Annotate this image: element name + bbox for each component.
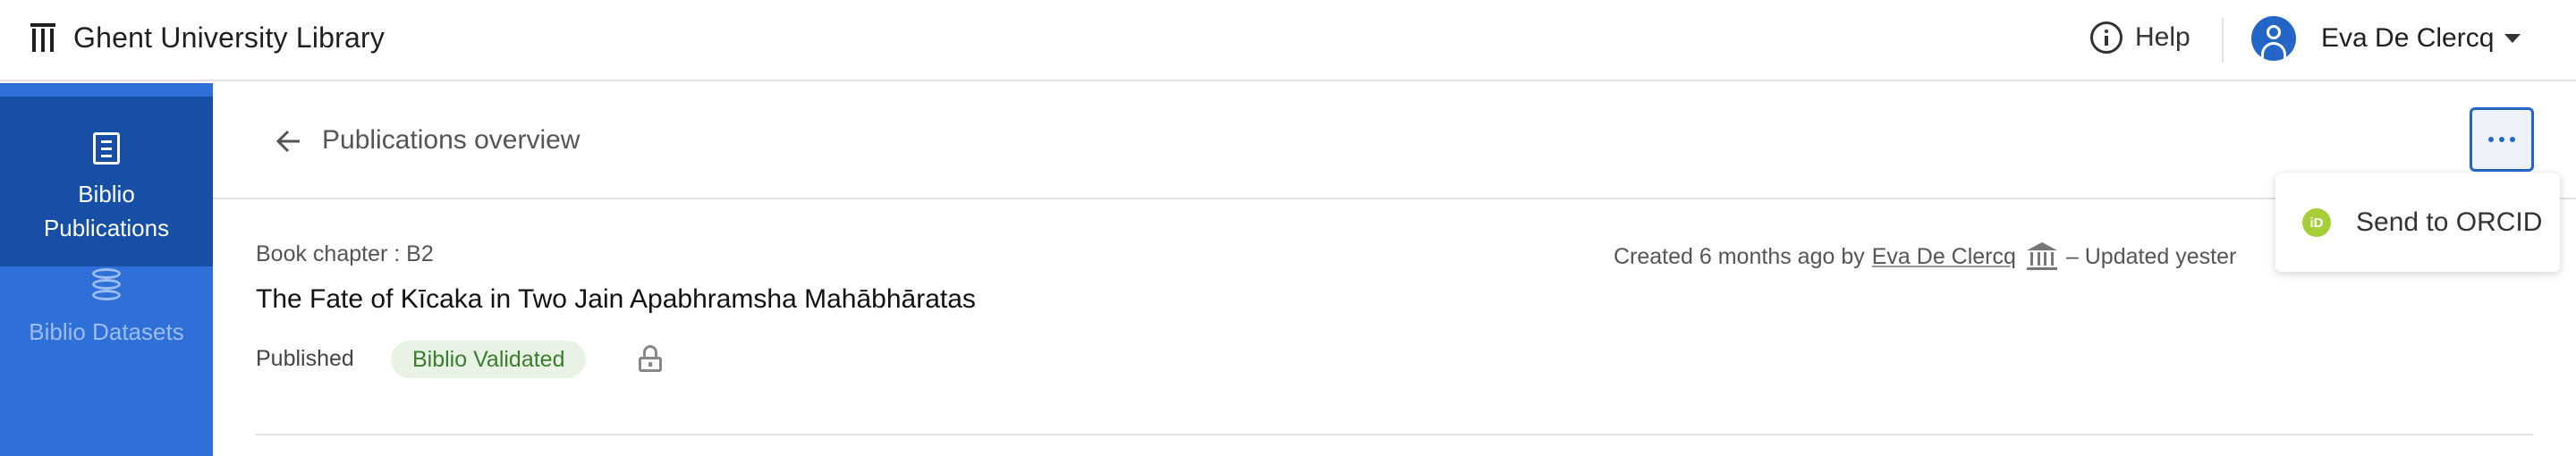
help-label: Help <box>2135 22 2190 52</box>
sidebar-item-biblio-datasets[interactable]: Biblio Datasets <box>0 159 213 349</box>
library-logo-icon <box>30 22 55 54</box>
meta-updated: – Updated yester <box>2065 243 2237 269</box>
publication-meta: Created 6 months ago by Eva De Clercq – … <box>1614 242 2236 271</box>
brand[interactable]: Ghent University Library <box>30 21 385 55</box>
help-link[interactable]: Help <box>2090 21 2190 54</box>
meta-created: Created 6 months ago by <box>1614 243 1865 269</box>
institution-icon <box>2026 242 2057 271</box>
dot <box>2499 137 2504 142</box>
top-navbar: Ghent University Library Help Eva De Cle… <box>0 0 2576 81</box>
info-icon <box>2090 21 2123 54</box>
more-options-button[interactable] <box>2470 107 2534 172</box>
back-link[interactable]: Publications overview <box>322 125 580 156</box>
caret-down-icon <box>2504 34 2521 43</box>
dot <box>2488 137 2494 142</box>
database-icon <box>92 268 121 300</box>
avatar-icon <box>2251 16 2296 61</box>
lock-icon <box>639 345 662 372</box>
header-divider <box>2222 18 2224 63</box>
sidebar: Biblio Publications Biblio Datasets <box>0 83 213 456</box>
back-bar: Publications overview <box>213 83 2576 199</box>
sidebar-item-label: Biblio Datasets <box>29 318 184 345</box>
app-title: Ghent University Library <box>73 21 386 54</box>
arrow-left-icon[interactable] <box>275 128 302 155</box>
user-name: Eva De Clercq <box>2321 23 2495 53</box>
user-menu[interactable]: Eva De Clercq <box>2251 16 2521 61</box>
dot <box>2510 137 2515 142</box>
publication-type: Book chapter : B2 <box>256 241 434 266</box>
creator-link[interactable]: Eva De Clercq <box>1872 244 2016 270</box>
publication-status: Published <box>256 346 354 371</box>
status-badge: Biblio Validated <box>391 341 587 378</box>
publication-summary: Book chapter : B2 The Fate of Kīcaka in … <box>256 199 2533 435</box>
publication-title: The Fate of Kīcaka in Two Jain Apabhrams… <box>256 284 976 314</box>
